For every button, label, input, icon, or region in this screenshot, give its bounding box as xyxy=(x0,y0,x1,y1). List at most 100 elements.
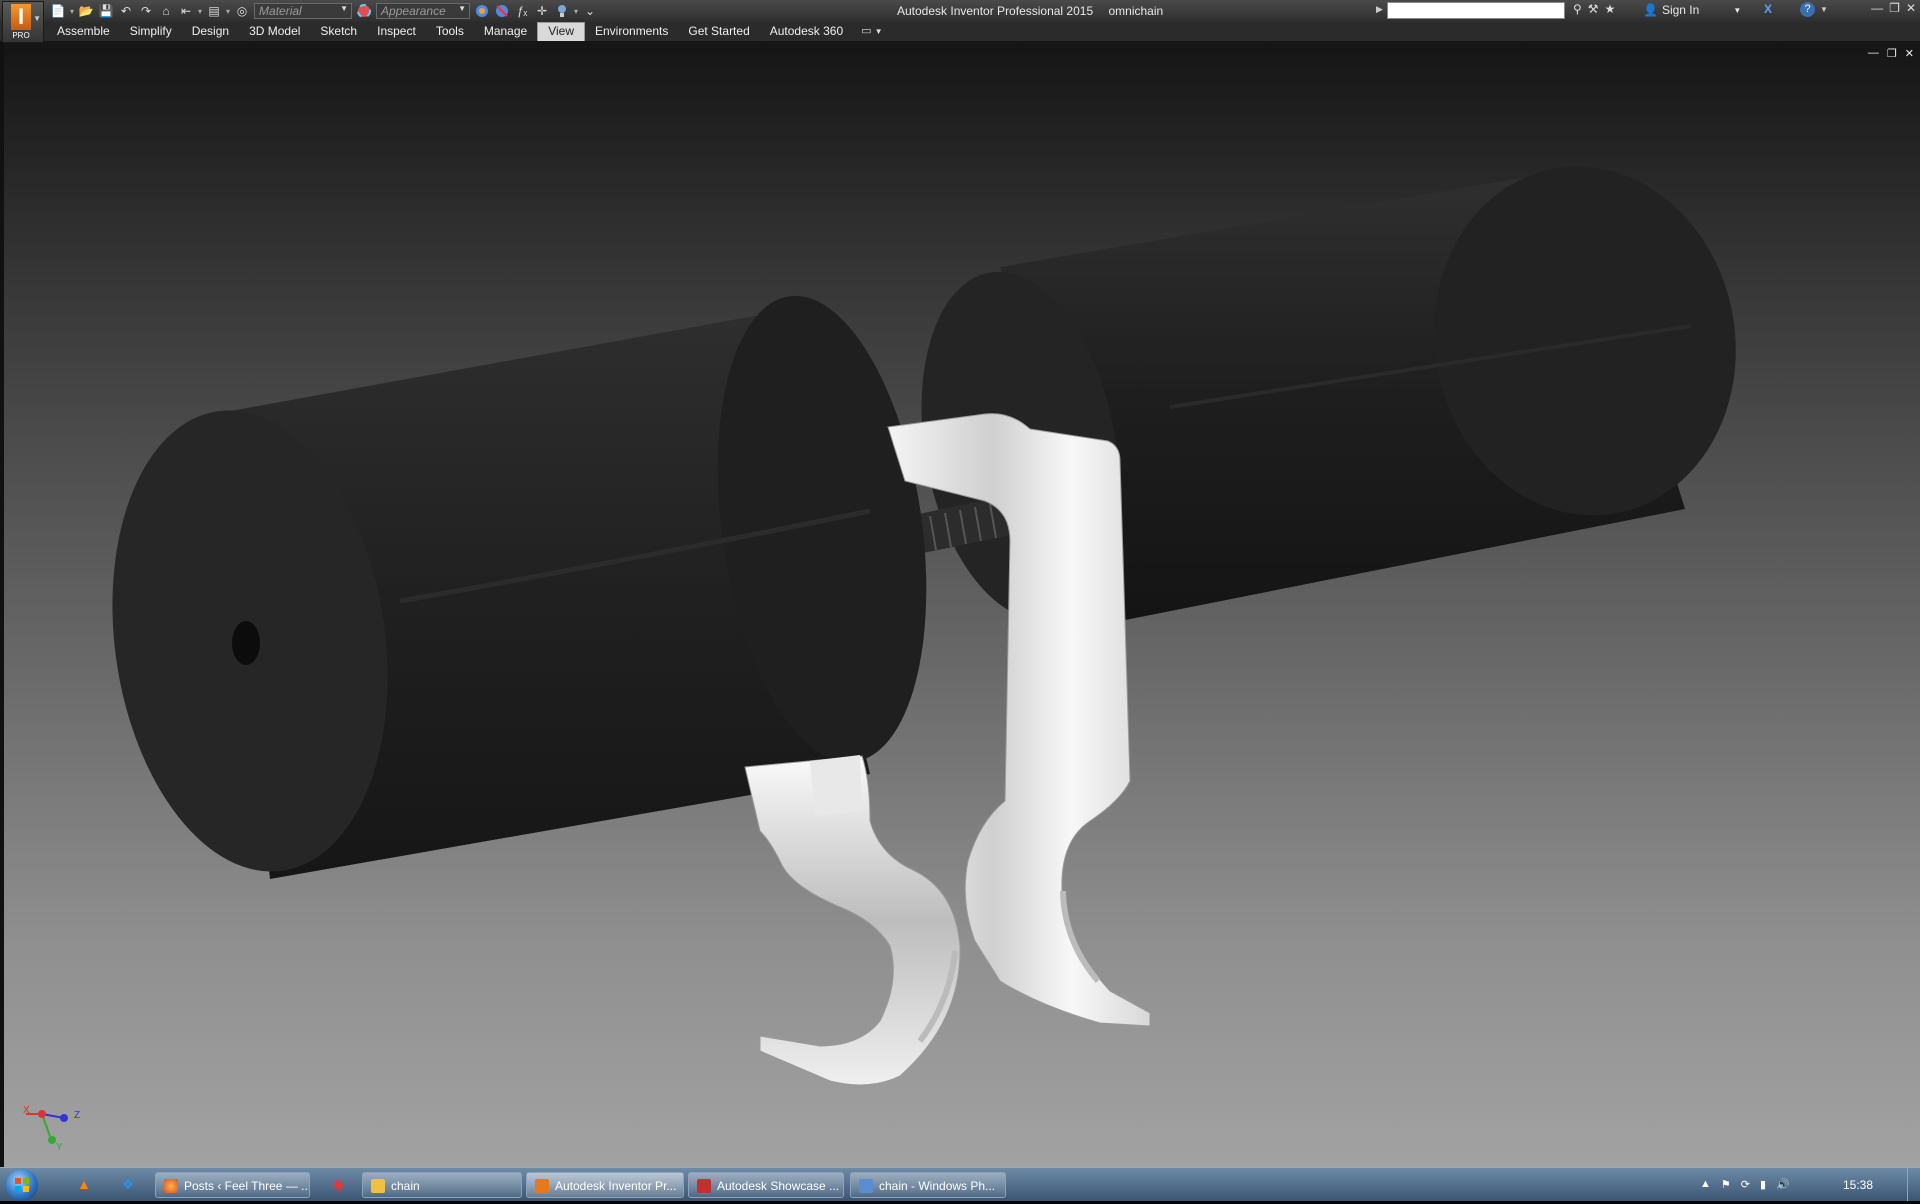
window-controls: — ❐ ✕ xyxy=(1871,1,1916,15)
chevron-down-icon: ▼ xyxy=(1733,5,1742,15)
new-dropdown-icon[interactable]: ▾ xyxy=(70,7,74,16)
chrome-icon[interactable]: ◉ xyxy=(330,1176,346,1192)
undo-icon[interactable]: ↶ xyxy=(118,3,134,19)
inventor-logo-icon: I xyxy=(11,4,31,30)
taskbar-button-showcase[interactable]: Autodesk Showcase ... xyxy=(688,1172,844,1198)
chevron-down-icon: ▼ xyxy=(340,4,349,13)
update-dropdown-icon[interactable]: ▾ xyxy=(226,7,230,16)
redo-icon[interactable]: ↷ xyxy=(138,3,154,19)
minimize-icon[interactable]: — xyxy=(1871,1,1883,15)
tab-simplify[interactable]: Simplify xyxy=(120,22,182,41)
taskbar-button-label: Posts ‹ Feel Three — ... xyxy=(184,1179,310,1193)
favorites-star-icon[interactable]: ★ xyxy=(1605,2,1616,16)
taskbar-button-label: chain xyxy=(391,1179,420,1193)
return-icon[interactable]: ⇤ xyxy=(178,3,194,19)
taskbar-button-label: Autodesk Inventor Pr... xyxy=(555,1179,677,1193)
help-search-input[interactable] xyxy=(1387,2,1565,19)
ribbon: Assemble Simplify Design 3D Model Sketch… xyxy=(0,22,1920,42)
dropbox-icon[interactable]: ❖ xyxy=(120,1176,136,1192)
material-placeholder: Material xyxy=(259,4,302,18)
help-dropdown-icon[interactable]: ▼ xyxy=(1820,5,1828,14)
home-icon[interactable]: ⌂ xyxy=(158,3,174,19)
firefox-icon xyxy=(164,1179,178,1193)
open-folder-icon[interactable]: 📂 xyxy=(78,3,94,19)
volume-icon[interactable]: 🔊 xyxy=(1776,1178,1790,1191)
select-icon[interactable]: ◎ xyxy=(234,3,250,19)
ilogic-dropdown-icon[interactable]: ▾ xyxy=(574,7,578,16)
customize-qat-icon[interactable]: ⌄ xyxy=(582,3,598,19)
tab-inspect[interactable]: Inspect xyxy=(367,22,426,41)
appearance-ball-icon xyxy=(356,3,372,19)
document-window-controls: — ❐ ✕ xyxy=(1868,47,1914,60)
tab-tools[interactable]: Tools xyxy=(426,22,474,41)
chevron-down-icon: ▼ xyxy=(33,14,41,23)
application-name: Autodesk Inventor Professional 2015 xyxy=(897,4,1094,18)
network-signal-icon[interactable]: ▮ xyxy=(1760,1178,1766,1191)
y-axis-label: Y xyxy=(56,1142,63,1153)
inventor-icon xyxy=(535,1179,549,1193)
search-expand-icon[interactable]: ▶ xyxy=(1376,4,1383,15)
chevron-down-icon: ▼ xyxy=(874,27,883,36)
exchange-apps-icon[interactable]: X xyxy=(1764,2,1772,16)
infocenter-icons: ⚲ ⚒ ★ xyxy=(1573,2,1615,16)
tab-autodesk-360[interactable]: Autodesk 360 xyxy=(760,22,853,41)
taskbar-button-folder[interactable]: chain xyxy=(362,1172,522,1198)
clear-appearance-icon[interactable] xyxy=(494,3,510,19)
showcase-icon xyxy=(697,1179,711,1193)
user-icon: 👤 xyxy=(1643,3,1658,17)
tab-get-started[interactable]: Get Started xyxy=(678,22,759,41)
help-icon[interactable]: ? xyxy=(1800,2,1815,17)
appearance-dropdown[interactable]: Appearance ▼ xyxy=(376,3,471,19)
tab-view[interactable]: View xyxy=(537,22,585,41)
restore-icon[interactable]: ❐ xyxy=(1887,47,1897,60)
tab-manage[interactable]: Manage xyxy=(474,22,537,41)
application-menu-button[interactable]: I PRO ▼ xyxy=(2,1,44,43)
photo-viewer-icon xyxy=(859,1179,873,1193)
view-triad[interactable]: X Z Y xyxy=(18,1102,88,1155)
sign-in-button[interactable]: 👤 Sign In ▼ xyxy=(1643,3,1741,17)
graphics-window[interactable] xyxy=(0,41,1920,1167)
subscription-icon[interactable]: ⚒ xyxy=(1588,2,1599,16)
parameters-icon[interactable]: ƒₓ xyxy=(514,3,530,19)
document-name: omnichain xyxy=(1108,4,1164,18)
action-center-flag-icon[interactable]: ⚑ xyxy=(1721,1178,1731,1191)
measure-icon[interactable]: ✛ xyxy=(534,3,550,19)
binoculars-icon[interactable]: ⚲ xyxy=(1573,2,1582,16)
show-desktop-button[interactable] xyxy=(1907,1168,1920,1201)
adjust-appearance-icon[interactable] xyxy=(474,3,490,19)
chevron-down-icon: ▼ xyxy=(458,4,467,13)
restore-icon[interactable]: ❐ xyxy=(1889,1,1900,15)
tab-assemble[interactable]: Assemble xyxy=(47,22,120,41)
new-file-icon[interactable]: 📄 xyxy=(50,3,66,19)
tab-design[interactable]: Design xyxy=(182,22,239,41)
minimize-icon[interactable]: — xyxy=(1868,47,1879,60)
ribbon-tabs: Assemble Simplify Design 3D Model Sketch… xyxy=(47,22,883,41)
windows-taskbar: ▲ ❖ Posts ‹ Feel Three — ... ◉ chain Aut… xyxy=(0,1167,1920,1201)
start-button[interactable] xyxy=(6,1169,38,1201)
sign-in-label: Sign In xyxy=(1661,3,1700,17)
ribbon-display-toggle[interactable]: ▭ ▼ xyxy=(853,22,882,41)
close-icon[interactable]: ✕ xyxy=(1905,47,1914,60)
taskbar-button-label: chain - Windows Ph... xyxy=(879,1179,996,1193)
sync-icon[interactable]: ⟳ xyxy=(1741,1178,1750,1191)
material-dropdown[interactable]: Material ▼ xyxy=(254,3,353,19)
ilogic-icon[interactable] xyxy=(554,3,570,19)
taskbar-button-inventor[interactable]: Autodesk Inventor Pr... xyxy=(526,1172,684,1198)
save-icon[interactable]: 💾 xyxy=(98,3,114,19)
tab-3d-model[interactable]: 3D Model xyxy=(239,22,310,41)
taskbar-button-label: Autodesk Showcase ... xyxy=(717,1179,840,1193)
show-hidden-icons-icon[interactable]: ▲ xyxy=(1700,1178,1711,1191)
vlc-icon[interactable]: ▲ xyxy=(76,1176,92,1192)
z-axis-label: Z xyxy=(74,1110,81,1121)
close-icon[interactable]: ✕ xyxy=(1906,1,1916,15)
update-icon[interactable]: ▤ xyxy=(206,3,222,19)
taskbar-button-photo-viewer[interactable]: chain - Windows Ph... xyxy=(850,1172,1006,1198)
windows-logo-icon xyxy=(15,1178,29,1192)
taskbar-button-firefox[interactable]: Posts ‹ Feel Three — ... xyxy=(155,1172,310,1198)
title-bar: 📄 ▾ 📂 💾 ↶ ↷ ⌂ ⇤ ▾ ▤ ▾ ◎ Material ▼ Appearan… xyxy=(0,0,1920,22)
taskbar-clock[interactable]: 15:38 xyxy=(1843,1178,1873,1192)
return-dropdown-icon[interactable]: ▾ xyxy=(198,7,202,16)
tab-sketch[interactable]: Sketch xyxy=(310,22,367,41)
tab-environments[interactable]: Environments xyxy=(585,22,678,41)
3d-model-render[interactable] xyxy=(0,41,1920,1167)
